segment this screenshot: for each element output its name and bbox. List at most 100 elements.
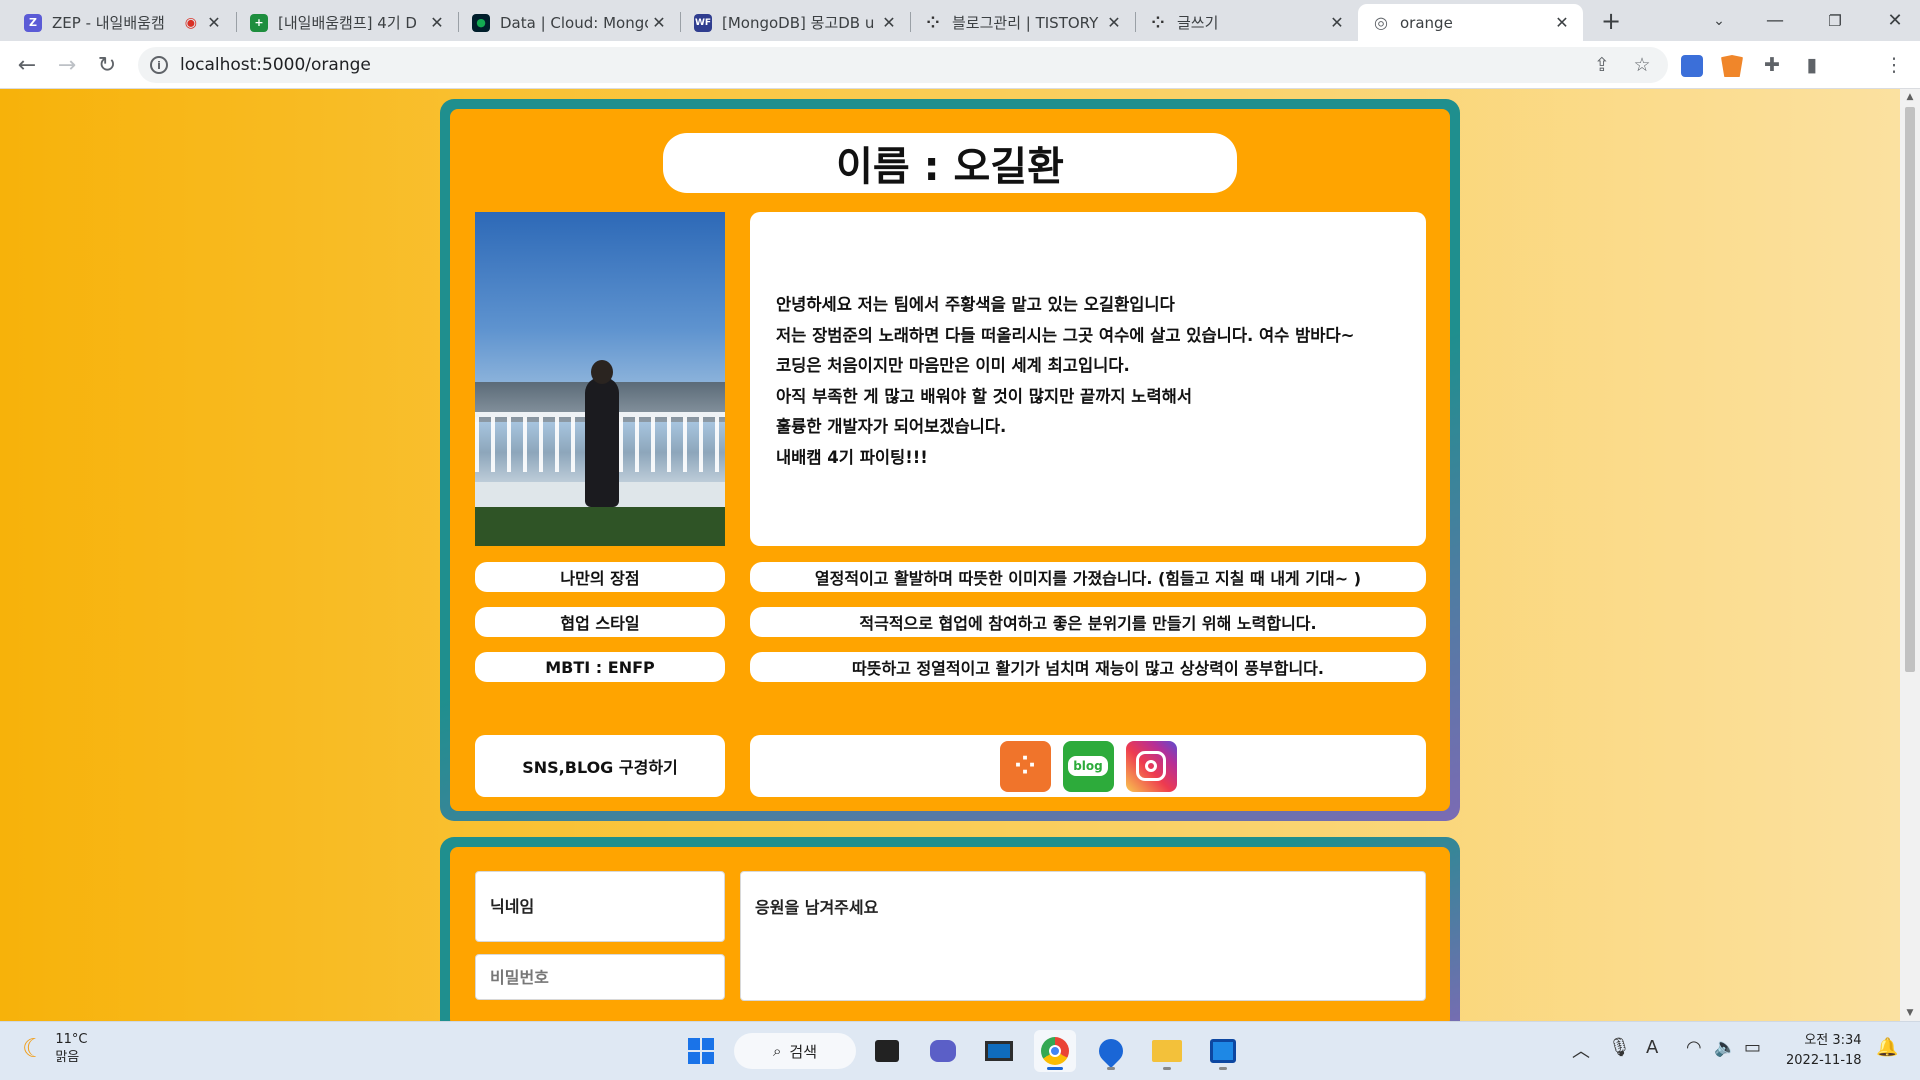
tab-close-icon[interactable]: ✕	[878, 13, 900, 32]
tab-close-icon[interactable]: ✕	[1103, 13, 1125, 32]
tab-orange[interactable]: ◎ orange ✕	[1358, 4, 1583, 41]
mbti-label: MBTI : ENFP	[475, 652, 725, 682]
scroll-thumb[interactable]	[1905, 107, 1915, 672]
address-bar[interactable]: i localhost:5000/orange	[138, 47, 1668, 83]
tistory-favicon-icon: ⁘	[926, 13, 940, 32]
comment-textarea[interactable]	[740, 871, 1426, 1001]
page-scrollbar[interactable]: ▲ ▼	[1900, 89, 1920, 1021]
side-panel-icon[interactable]: ▮	[1794, 47, 1830, 83]
instagram-camera-icon	[1136, 751, 1166, 781]
wf-favicon-icon: WF	[694, 13, 712, 32]
tab-title: orange	[1400, 13, 1453, 32]
running-indicator	[1219, 1067, 1227, 1070]
weather-desc: 맑음	[55, 1050, 80, 1065]
tab-close-icon[interactable]: ✕	[1326, 13, 1348, 32]
mbti-value: 따뜻하고 정열적이고 활기가 넘치며 재능이 많고 상상력이 풍부합니다.	[750, 652, 1426, 682]
back-arrow-icon[interactable]: ←	[9, 47, 45, 83]
instagram-link-icon[interactable]	[1125, 740, 1177, 792]
reload-icon[interactable]: ↻	[89, 47, 125, 83]
close-window-icon[interactable]: ✕	[1870, 0, 1920, 41]
password-input[interactable]	[475, 954, 725, 1000]
tab-title: [MongoDB] 몽고DB u	[722, 14, 875, 32]
vscode-app[interactable]	[1202, 1030, 1244, 1072]
tab-mongodb-cloud[interactable]: ● Data | Cloud: Mongo ✕	[458, 4, 680, 41]
app-window-icon	[1210, 1039, 1236, 1063]
scroll-up-arrow-icon[interactable]: ▲	[1900, 89, 1920, 105]
intro-line: 안녕하세요 저는 팀에서 주황색을 맡고 있는 오길환입니다	[776, 295, 1175, 314]
extensions-puzzle-icon[interactable]: ✚	[1754, 47, 1790, 83]
start-button[interactable]	[680, 1030, 722, 1072]
tab-close-icon[interactable]: ✕	[1551, 13, 1573, 32]
running-indicator	[1163, 1067, 1171, 1070]
collab-style-value: 적극적으로 협업에 참여하고 좋은 분위기를 만들기 위해 노력합니다.	[750, 607, 1426, 637]
remote-desktop-app[interactable]	[978, 1030, 1020, 1072]
tab-mongodb-article[interactable]: WF [MongoDB] 몽고DB u ✕	[680, 4, 910, 41]
maps-app[interactable]	[1090, 1030, 1132, 1072]
intro-line: 내배캠 4기 파이팅!!!	[776, 447, 928, 467]
site-info-icon[interactable]: i	[150, 56, 168, 74]
intro-text-box: 안녕하세요 저는 팀에서 주황색을 맡고 있는 오길환입니다 저는 장범준의 노…	[750, 212, 1426, 546]
menu-kebab-icon[interactable]: ⋮	[1876, 47, 1912, 83]
nickname-input[interactable]	[475, 871, 725, 942]
system-clock[interactable]: 오전 3:34 2022-11-18	[1786, 1031, 1862, 1071]
minimize-icon[interactable]: —	[1750, 0, 1800, 41]
microphone-icon[interactable]: 🎙	[1608, 1037, 1631, 1058]
tistory-favicon-icon: ⁘	[1151, 13, 1165, 32]
chrome-app[interactable]	[1034, 1030, 1076, 1072]
moon-icon: ☾	[22, 1034, 46, 1064]
share-icon[interactable]: ⇪	[1584, 47, 1620, 83]
battery-icon[interactable]: ▭	[1744, 1037, 1761, 1058]
sns-label: SNS,BLOG 구경하기	[475, 735, 725, 797]
new-tab-button[interactable]: +	[1586, 0, 1636, 41]
wifi-icon[interactable]: ◠	[1686, 1037, 1702, 1058]
volume-icon[interactable]: 🔈	[1714, 1037, 1736, 1058]
strength-value: 열정적이고 활발하며 따뜻한 이미지를 가졌습니다. (힘들고 지칠 때 내게 …	[750, 562, 1426, 592]
restore-icon[interactable]: ❐	[1810, 0, 1860, 41]
profile-card-body: 이름 : 오길환 안녕하세요 저는 팀에서 주황색을 맡고 있는 오길환입니다 …	[450, 109, 1450, 811]
forward-arrow-icon[interactable]: →	[49, 47, 85, 83]
tab-title: [내일배움캠프] 4기 D	[278, 14, 417, 32]
browser-tab-bar: Z ZEP - 내일배움캠 ◉ ✕ + [내일배움캠프] 4기 D ✕ ● Da…	[0, 0, 1920, 41]
photo-person	[585, 377, 619, 507]
globe-favicon-icon: ◎	[1374, 13, 1388, 32]
tab-zep[interactable]: Z ZEP - 내일배움캠 ◉ ✕	[10, 4, 235, 41]
tab-search-icon[interactable]: ⌄	[1694, 0, 1744, 41]
tab-write[interactable]: ⁘ 글쓰기 ✕	[1135, 4, 1358, 41]
weather-widget[interactable]: ☾ 11°C 맑음	[22, 1031, 87, 1067]
zep-favicon-icon: Z	[24, 13, 42, 32]
blog-badge: blog	[1068, 756, 1108, 776]
photo-grass	[475, 507, 725, 546]
name-title: 이름 : 오길환	[663, 133, 1237, 193]
chat-app[interactable]	[922, 1030, 964, 1072]
extension-icon[interactable]	[1681, 55, 1703, 77]
tab-camp-sheet[interactable]: + [내일배움캠프] 4기 D ✕	[236, 4, 458, 41]
metamask-fox-icon[interactable]	[1721, 55, 1743, 77]
taskbar-search[interactable]: ⌕ 검색	[734, 1033, 856, 1069]
notification-bell-icon[interactable]: 🔔	[1876, 1037, 1898, 1058]
scroll-down-arrow-icon[interactable]: ▼	[1900, 1005, 1920, 1021]
tab-title: ZEP - 내일배움캠	[52, 14, 165, 32]
intro-line: 저는 장범준의 노래하면 다들 떠올리시는 그곳 여수에 살고 있습니다. 여수…	[776, 325, 1355, 345]
search-label: 검색	[789, 1042, 817, 1061]
intro-line: 아직 부족한 게 많고 배워야 할 것이 많지만 끝까지 노력해서	[776, 386, 1193, 406]
naver-blog-link-icon[interactable]: blog	[1062, 740, 1114, 792]
task-view-button[interactable]	[866, 1030, 908, 1072]
file-explorer-app[interactable]	[1146, 1030, 1188, 1072]
folder-icon	[1152, 1040, 1182, 1062]
tab-close-icon[interactable]: ✕	[426, 13, 448, 32]
photo-person-head	[591, 360, 613, 384]
intro-line: 코딩은 처음이지만 마음만은 이미 세계 최고입니다.	[776, 356, 1130, 375]
tab-close-icon[interactable]: ✕	[203, 13, 225, 32]
windows-logo-icon	[688, 1038, 714, 1064]
tab-tistory-admin[interactable]: ⁘ 블로그관리 | TISTORY ✕	[910, 4, 1135, 41]
tistory-link-icon[interactable]: ⁘	[999, 740, 1051, 792]
tab-close-icon[interactable]: ✕	[648, 13, 670, 32]
bookmark-star-icon[interactable]: ☆	[1624, 47, 1660, 83]
profile-card: 이름 : 오길환 안녕하세요 저는 팀에서 주황색을 맡고 있는 오길환입니다 …	[440, 99, 1460, 821]
weather-temp: 11°C	[55, 1032, 88, 1047]
tab-title: Data | Cloud: Mongo	[500, 13, 648, 32]
active-indicator	[1047, 1067, 1063, 1070]
chat-icon	[930, 1040, 956, 1062]
ime-icon[interactable]: A	[1646, 1037, 1658, 1058]
chevron-up-icon[interactable]: ︿	[1572, 1037, 1590, 1063]
